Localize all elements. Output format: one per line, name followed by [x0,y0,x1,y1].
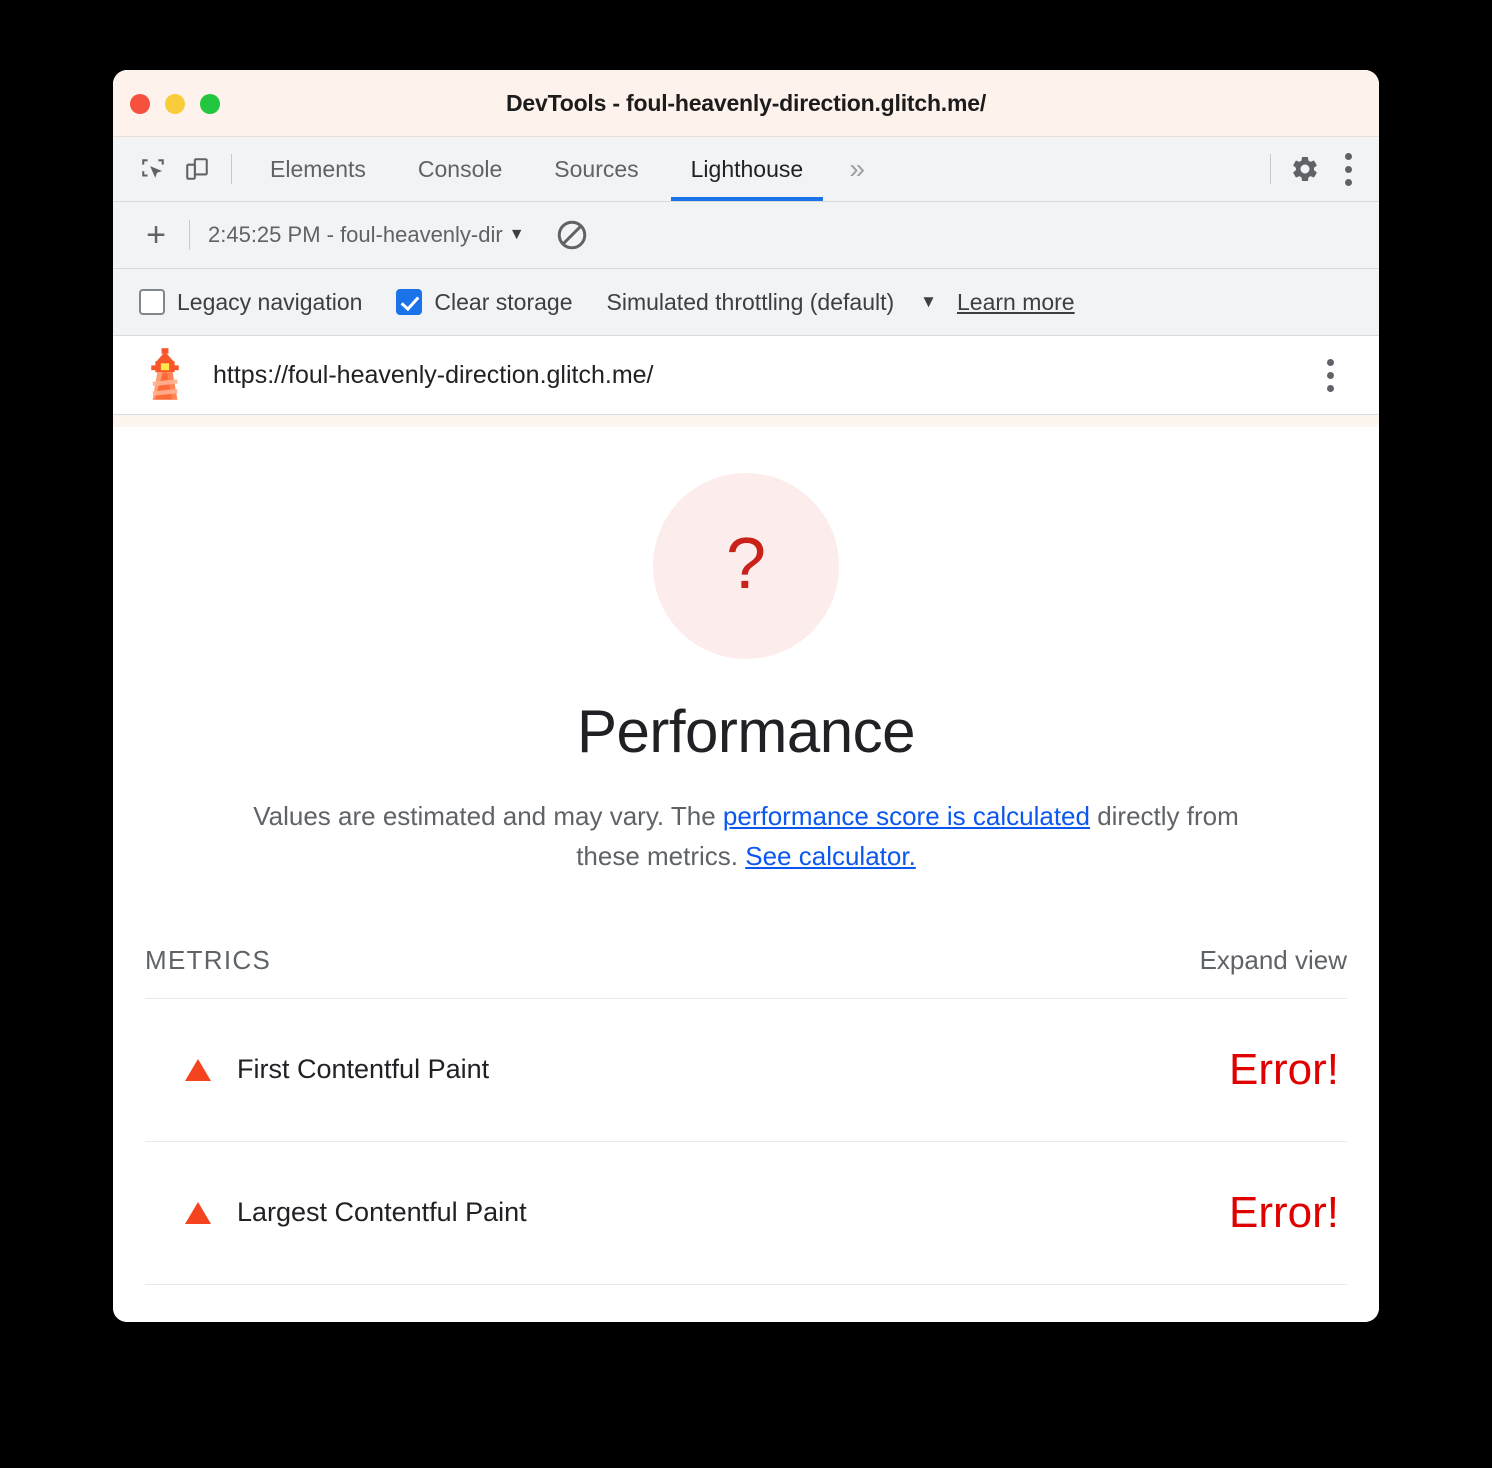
report-select-value: 2:45:25 PM - foul-heavenly-dir [208,222,503,247]
throttling-select-value[interactable]: Simulated throttling (default) [607,289,895,316]
warning-triangle-icon [185,1058,211,1081]
toolbar-divider-right [1270,154,1271,184]
new-report-button[interactable]: + [135,214,177,256]
device-toolbar-icon[interactable] [175,147,219,191]
category-description: Values are estimated and may vary. The p… [226,796,1266,877]
metric-value: Error! [1229,1187,1339,1237]
report-url-row: https://foul-heavenly-direction.glitch.m… [113,336,1379,415]
panel-tabs: Elements Console Sources Lighthouse [244,137,829,201]
legacy-navigation-checkbox[interactable]: Legacy navigation [139,289,362,316]
devtools-kebab-menu-icon[interactable] [1327,145,1369,193]
metric-value: Error! [1229,1044,1339,1094]
toolbar-divider [231,154,232,184]
devtools-tabbar: Elements Console Sources Lighthouse » [113,137,1379,202]
tab-elements[interactable]: Elements [244,137,392,201]
tab-lighthouse[interactable]: Lighthouse [665,137,830,201]
lighthouse-settings-row: Legacy navigation Clear storage Simulate… [113,269,1379,336]
close-window-button[interactable] [130,94,150,114]
no-entry-icon[interactable] [555,218,589,252]
inspect-element-icon[interactable] [131,147,175,191]
legacy-navigation-label: Legacy navigation [177,288,363,315]
tab-elements-label: Elements [270,155,366,182]
throttling-chevron-down-icon[interactable]: ▼ [920,292,937,312]
performance-gauge[interactable]: ? [653,473,839,659]
performance-gauge-value: ? [725,524,767,604]
window-titlebar: DevTools - foul-heavenly-direction.glitc… [113,70,1379,137]
lighthouse-toolbar: + 2:45:25 PM - foul-heavenly-dir ▼ [113,202,1379,269]
tabbar-right-actions [1258,145,1369,193]
category-description-part1: Values are estimated and may vary. The [253,801,723,831]
metric-name: Largest Contentful Paint [237,1197,527,1228]
tab-sources-label: Sources [554,155,639,182]
table-row[interactable]: First Contentful Paint Error! [145,997,1347,1141]
report-kebab-menu-icon[interactable] [1309,351,1351,399]
page-title: Performance [577,698,915,765]
table-row[interactable]: Largest Contentful Paint Error! [145,1140,1347,1284]
report-top-strip [113,415,1379,427]
devtools-window: DevTools - foul-heavenly-direction.glitc… [113,70,1379,1322]
metrics-title: METRICS [145,944,272,975]
warning-triangle-icon [185,1201,211,1224]
clear-storage-checkbox[interactable]: Clear storage [396,288,573,316]
legacy-navigation-checkbox-box [139,289,165,315]
see-calculator-link[interactable]: See calculator. [745,841,916,871]
minimize-window-button[interactable] [165,94,185,114]
tab-console-label: Console [417,155,503,182]
tab-console[interactable]: Console [392,137,528,201]
lh-toolbar-divider [189,220,190,250]
lighthouse-logo-icon [151,348,179,400]
tab-sources[interactable]: Sources [528,137,664,201]
traffic-lights [130,94,220,114]
clear-storage-label: Clear storage [434,288,573,315]
gear-icon[interactable] [1283,147,1327,191]
metrics-bottom-divider [145,1283,1347,1322]
chevron-down-icon: ▼ [508,226,525,243]
window-title: DevTools - foul-heavenly-direction.glitc… [505,89,987,116]
report-url-text: https://foul-heavenly-direction.glitch.m… [213,360,654,389]
expand-view-toggle[interactable]: Expand view [1200,945,1347,976]
maximize-window-button[interactable] [200,94,220,114]
performance-gauge-wrap: ? [113,473,1379,659]
more-tabs-icon[interactable]: » [829,137,885,201]
tab-lighthouse-label: Lighthouse [690,155,804,182]
screenshot-stage: DevTools - foul-heavenly-direction.glitc… [0,0,1492,1468]
lighthouse-report: ? Performance Values are estimated and m… [113,427,1379,1322]
clear-storage-checkbox-box [396,289,423,315]
metrics-header: METRICS Expand view [145,945,1347,998]
performance-score-link[interactable]: performance score is calculated [723,801,1090,831]
metric-name: First Contentful Paint [237,1054,490,1085]
report-select[interactable]: 2:45:25 PM - foul-heavenly-dir ▼ [208,222,525,248]
learn-more-link[interactable]: Learn more [957,289,1075,316]
